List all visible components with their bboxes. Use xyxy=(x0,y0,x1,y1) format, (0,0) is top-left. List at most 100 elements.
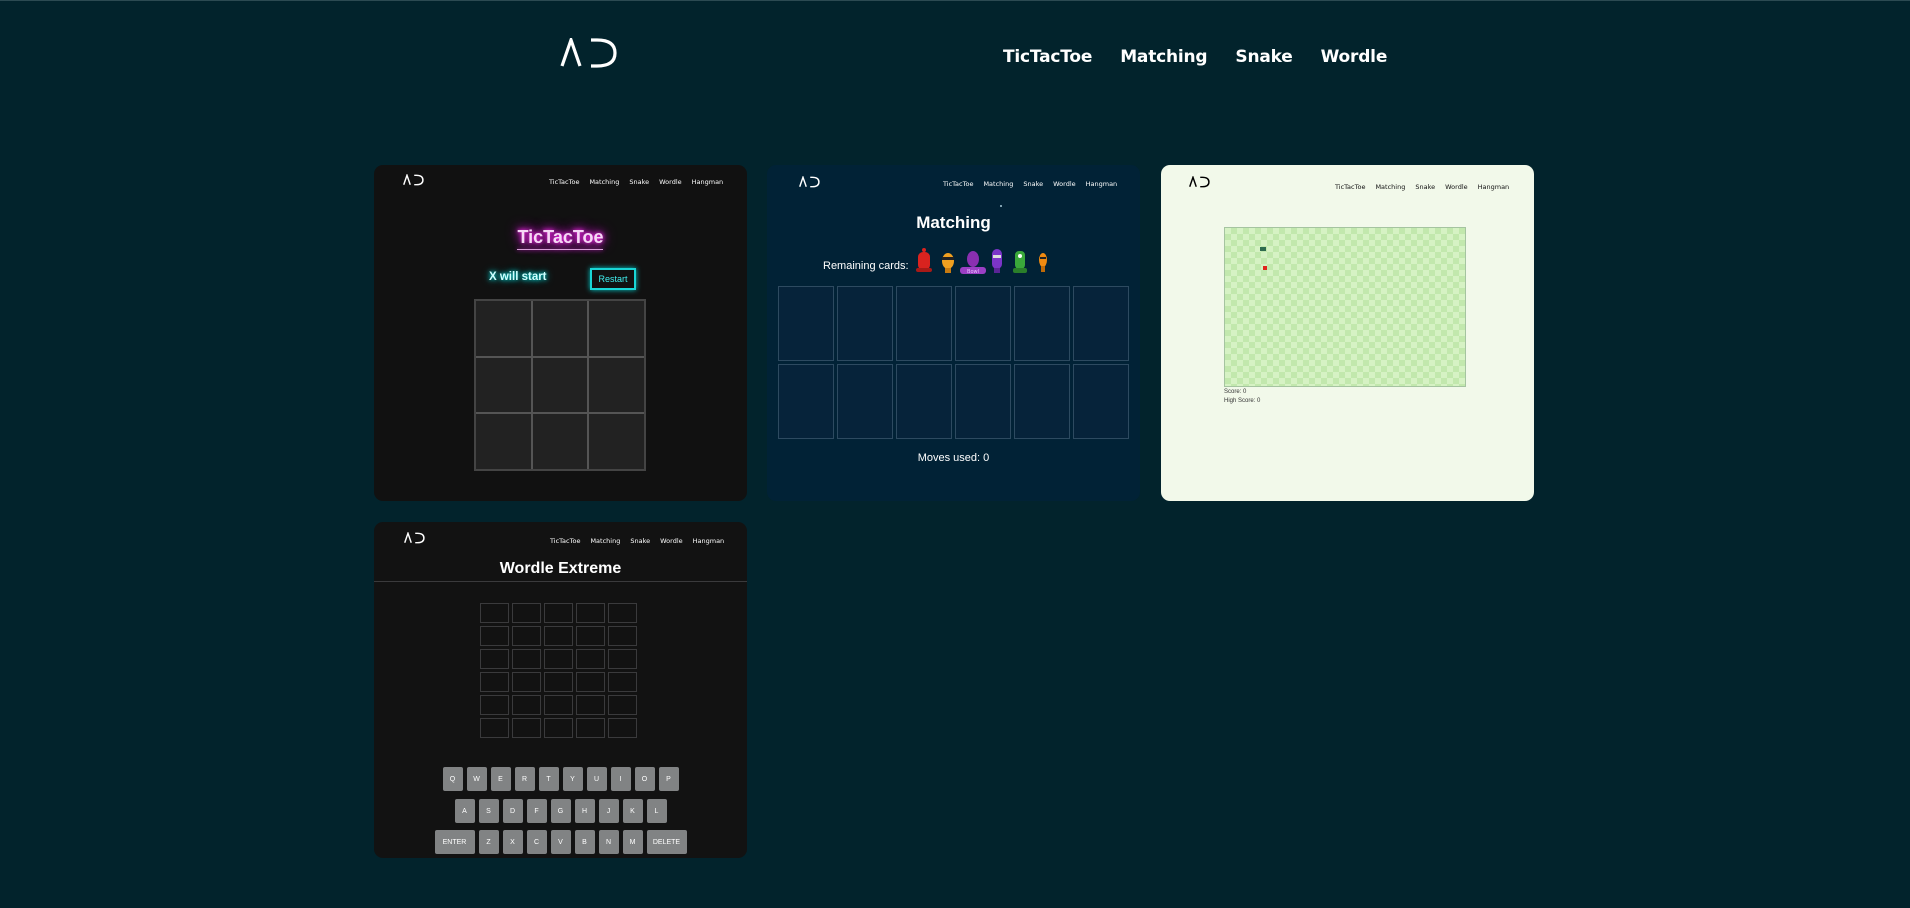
nav-matching[interactable]: Matching xyxy=(1120,47,1207,67)
card-slot xyxy=(1014,286,1070,361)
small-orange-character-icon xyxy=(1039,253,1047,272)
letter-tile xyxy=(544,649,573,669)
key: I xyxy=(610,767,631,791)
card-nav-item: Matching xyxy=(1375,183,1406,191)
key: V xyxy=(550,830,571,854)
board-cell xyxy=(589,301,644,356)
key: Z xyxy=(478,830,499,854)
matching-title: Matching xyxy=(916,213,991,232)
letter-tile xyxy=(480,649,509,669)
key: F xyxy=(526,799,547,823)
key: C xyxy=(526,830,547,854)
key: A xyxy=(454,799,475,823)
wordle-title: Wordle Extreme xyxy=(499,560,622,577)
key: S xyxy=(478,799,499,823)
decorative-dot xyxy=(1000,205,1002,207)
title-underline xyxy=(517,249,603,250)
letter-tile xyxy=(480,695,509,715)
site-logo[interactable] xyxy=(560,38,618,68)
letter-tile xyxy=(608,695,637,715)
card-nav-item: Hangman xyxy=(691,178,724,186)
tictactoe-board xyxy=(474,299,646,471)
key: U xyxy=(586,767,607,791)
letter-tile xyxy=(576,718,605,738)
key: P xyxy=(658,767,679,791)
letter-tile xyxy=(512,603,541,623)
key: T xyxy=(538,767,559,791)
nav-wordle[interactable]: Wordle xyxy=(1321,47,1388,67)
card-nav-item: TicTacToe xyxy=(1335,183,1366,191)
key: X xyxy=(502,830,523,854)
svg-text:Bowl: Bowl xyxy=(967,269,979,275)
card-slot xyxy=(1014,364,1070,439)
letter-tile xyxy=(480,603,509,623)
letter-tile xyxy=(608,718,637,738)
card-slot xyxy=(955,286,1011,361)
key: W xyxy=(466,767,487,791)
divider xyxy=(374,581,747,582)
key: G xyxy=(550,799,571,823)
card-nav-item: Matching xyxy=(589,178,620,186)
card-nav-item: Snake xyxy=(630,537,651,545)
card-nav-item: TicTacToe xyxy=(550,537,581,545)
card-nav-item: Hangman xyxy=(1477,183,1510,191)
restart-button: Restart xyxy=(590,268,636,290)
board-cell xyxy=(589,414,644,469)
card-logo xyxy=(404,532,425,544)
card-nav: TicTacToe Matching Snake Wordle Hangman xyxy=(550,537,724,545)
card-slot xyxy=(837,286,893,361)
key: E xyxy=(490,767,511,791)
card-nav-item: TicTacToe xyxy=(943,180,974,188)
nav-tictactoe[interactable]: TicTacToe xyxy=(1003,47,1092,67)
key: R xyxy=(514,767,535,791)
score-text: Score: 0 xyxy=(1224,389,1247,395)
keyboard-row-3: ENTER Z X C V B N M DELETE xyxy=(374,830,747,854)
letter-tile xyxy=(512,672,541,692)
letter-tile xyxy=(576,626,605,646)
remaining-characters: Bowl xyxy=(916,248,1047,275)
letter-tile xyxy=(544,672,573,692)
letter-tile xyxy=(480,626,509,646)
letter-tile xyxy=(480,718,509,738)
purple-bowl-character-icon: Bowl xyxy=(960,251,986,275)
matching-card[interactable]: TicTacToe Matching Snake Wordle Hangman … xyxy=(767,165,1140,501)
key: K xyxy=(622,799,643,823)
letter-tile xyxy=(576,603,605,623)
green-character-icon xyxy=(1013,251,1027,273)
card-slot xyxy=(1073,286,1129,361)
letter-tile xyxy=(608,626,637,646)
nav-snake[interactable]: Snake xyxy=(1235,47,1292,67)
key: Q xyxy=(442,767,463,791)
card-nav-item: Wordle xyxy=(659,178,682,186)
card-nav: TicTacToe Matching Snake Wordle Hangman xyxy=(943,180,1117,188)
key: N xyxy=(598,830,619,854)
card-logo xyxy=(1189,176,1210,188)
wordle-card[interactable]: TicTacToe Matching Snake Wordle Hangman … xyxy=(374,522,747,858)
tictactoe-card[interactable]: TicTacToe Matching Snake Wordle Hangman … xyxy=(374,165,747,501)
letter-tile xyxy=(608,672,637,692)
letter-tile xyxy=(576,672,605,692)
letter-tile xyxy=(512,695,541,715)
card-nav-item: Matching xyxy=(983,180,1014,188)
card-nav: TicTacToe Matching Snake Wordle Hangman xyxy=(549,178,723,186)
card-nav-item: Snake xyxy=(629,178,650,186)
letter-tile xyxy=(480,672,509,692)
snake-card[interactable]: TicTacToe Matching Snake Wordle Hangman … xyxy=(1161,165,1534,501)
violet-character-icon xyxy=(992,249,1002,273)
letter-tile xyxy=(512,718,541,738)
card-slot xyxy=(955,364,1011,439)
tictactoe-status: X will start xyxy=(489,271,547,283)
card-slot xyxy=(778,364,834,439)
orange-character-icon xyxy=(942,253,954,273)
key: M xyxy=(622,830,643,854)
delete-key: DELETE xyxy=(646,830,687,854)
key: J xyxy=(598,799,619,823)
letter-tile xyxy=(512,626,541,646)
snake-board xyxy=(1224,227,1466,387)
card-slot xyxy=(778,286,834,361)
card-slot xyxy=(1073,364,1129,439)
card-slot xyxy=(896,286,952,361)
high-score-text: High Score: 0 xyxy=(1224,398,1261,404)
card-nav-item: Hangman xyxy=(1085,180,1118,188)
key: H xyxy=(574,799,595,823)
